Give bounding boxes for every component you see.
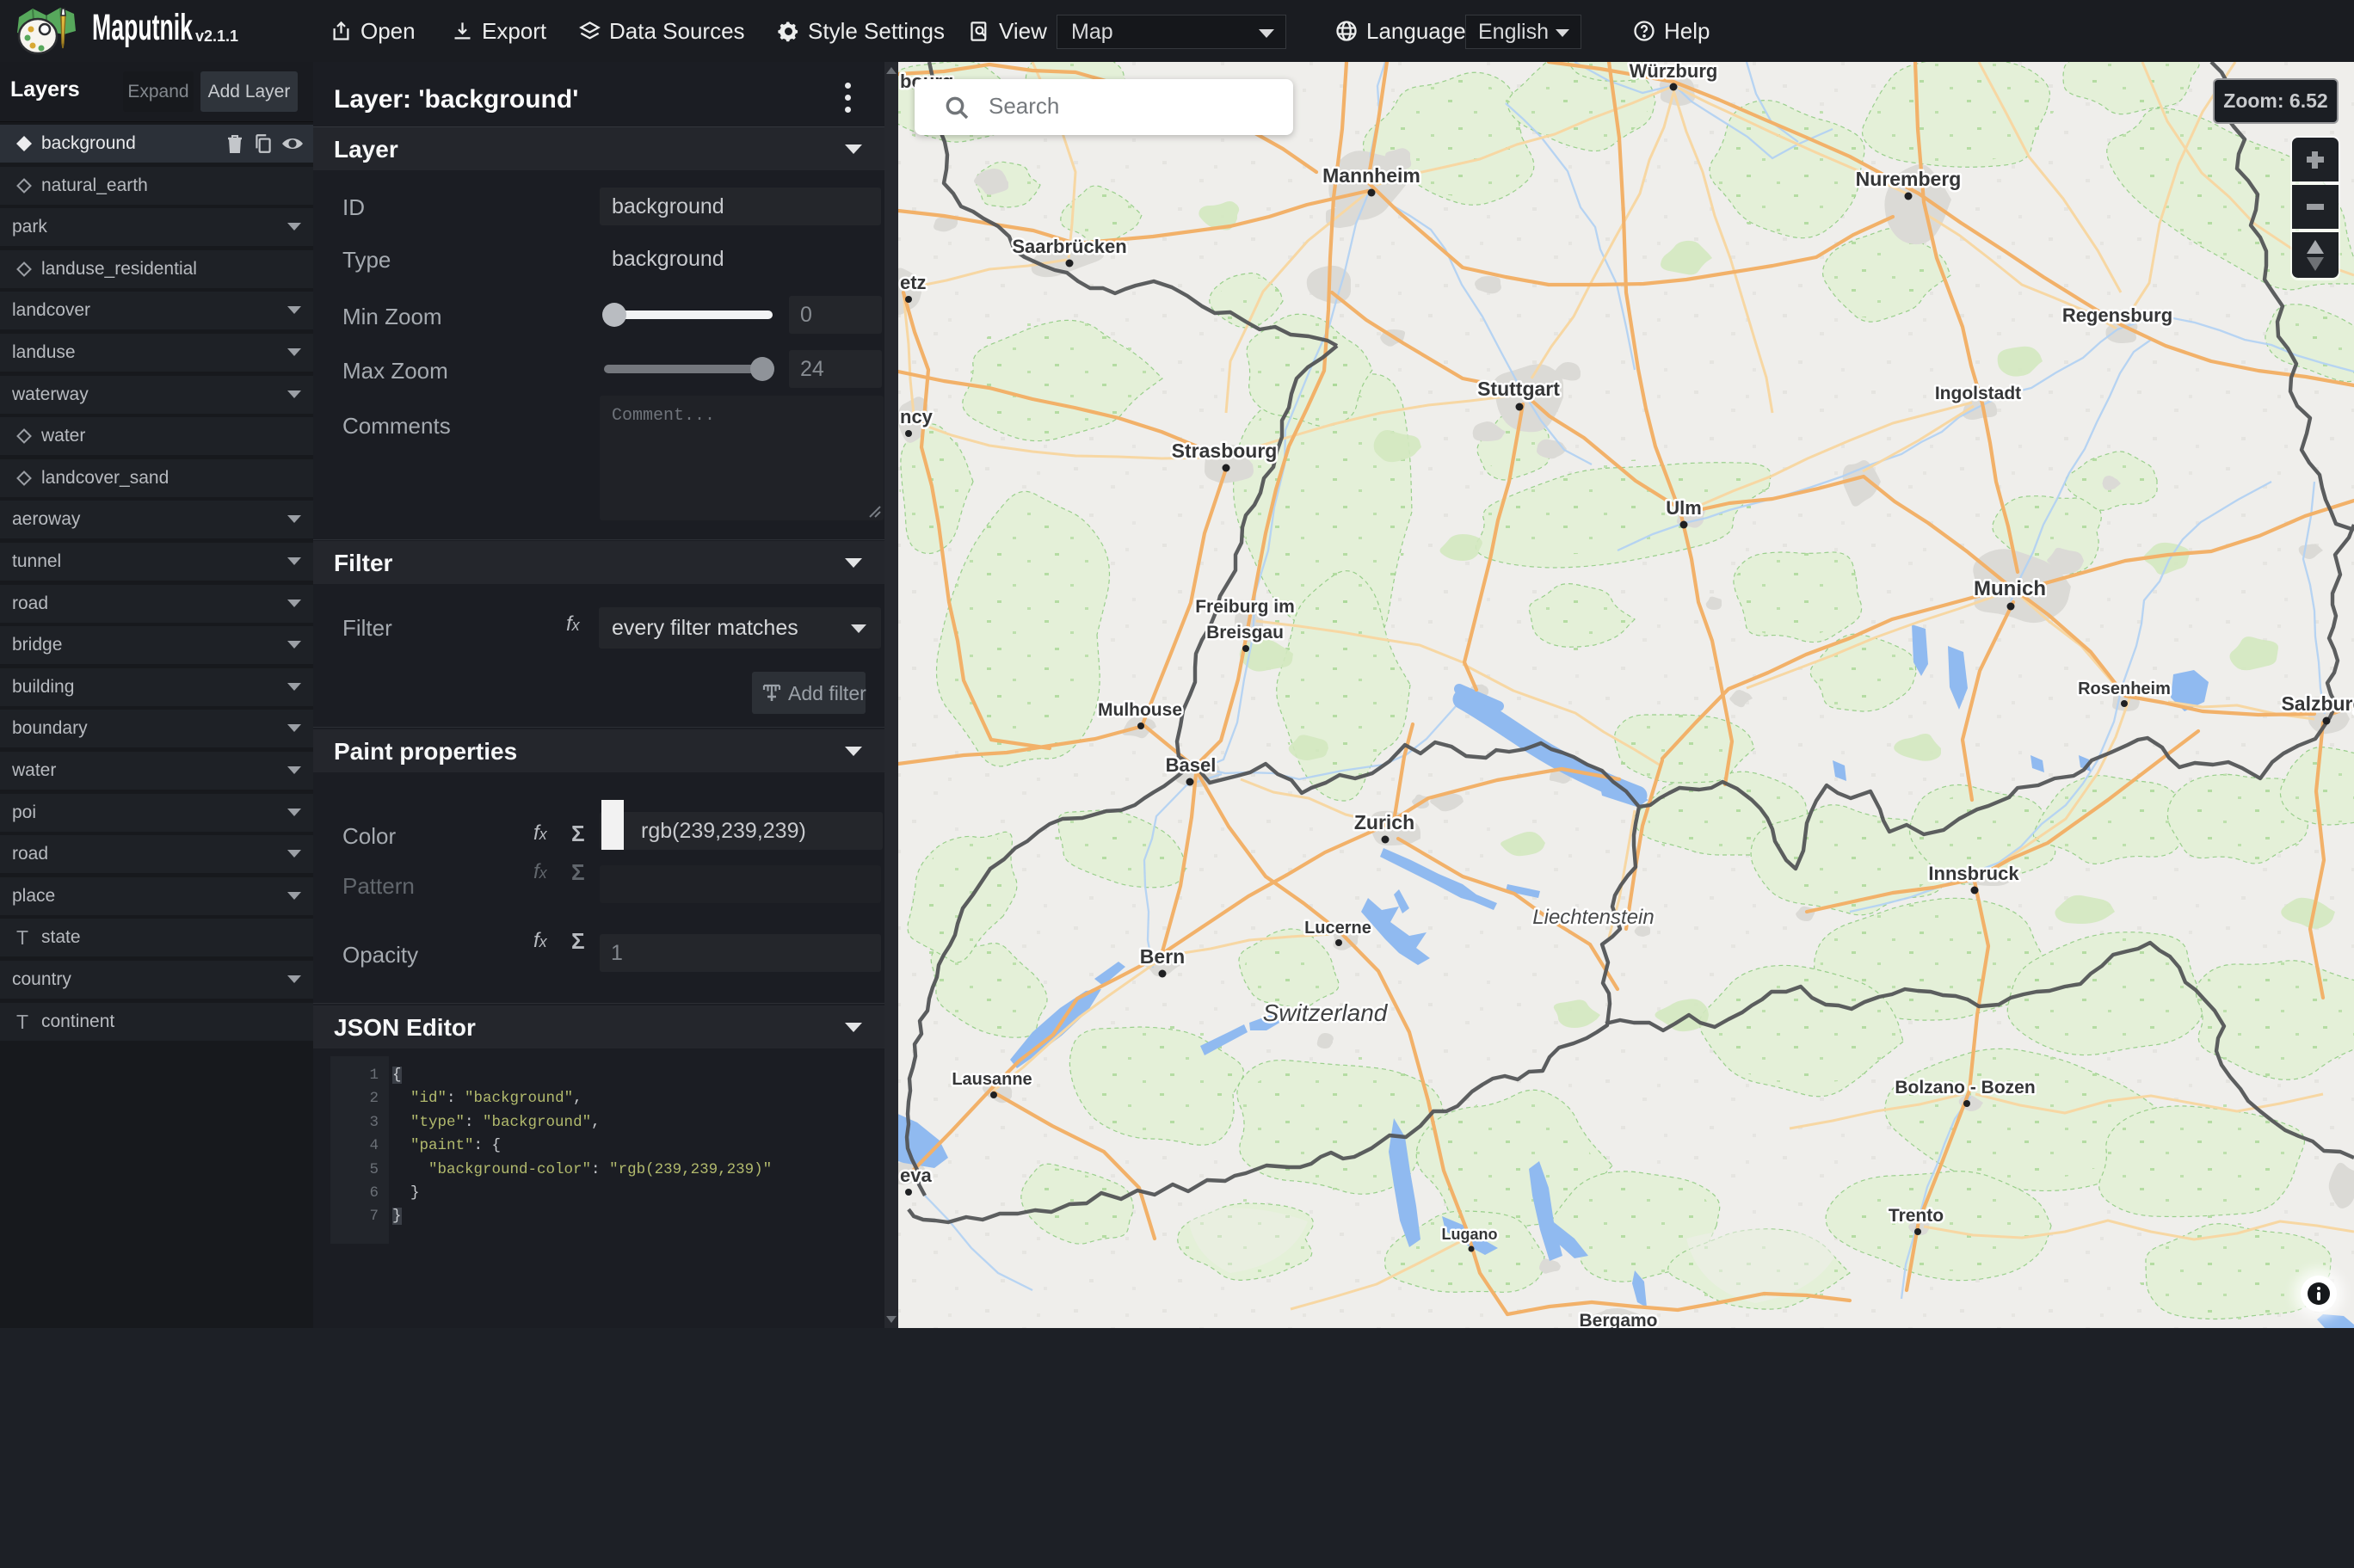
svg-text:Regensburg: Regensburg <box>2062 304 2172 326</box>
svg-text:Bolzano - Bozen: Bolzano - Bozen <box>1895 1078 2035 1098</box>
svg-text:Würzburg: Würzburg <box>1630 62 1718 82</box>
svg-text:Lausanne: Lausanne <box>952 1070 1032 1089</box>
svg-text:Salzburg: Salzburg <box>2281 692 2354 715</box>
svg-text:eva: eva <box>900 1165 932 1186</box>
svg-text:Saarbrücken: Saarbrücken <box>1012 236 1126 257</box>
svg-text:Bergamo: Bergamo <box>1579 1311 1657 1328</box>
svg-text:Zurich: Zurich <box>1354 811 1414 833</box>
svg-text:ncy: ncy <box>900 406 934 427</box>
svg-text:Ingolstadt: Ingolstadt <box>1935 384 2021 403</box>
svg-text:Bern: Bern <box>1140 945 1185 968</box>
svg-text:Basel: Basel <box>1166 754 1217 776</box>
svg-text:Liechtenstein: Liechtenstein <box>1532 906 1654 929</box>
svg-text:etz: etz <box>900 272 927 293</box>
svg-text:Switzerland: Switzerland <box>1263 999 1389 1026</box>
svg-text:Stuttgart: Stuttgart <box>1477 378 1560 400</box>
svg-text:Munich: Munich <box>1974 577 2046 600</box>
svg-text:Mannheim: Mannheim <box>1322 164 1420 187</box>
svg-text:Ulm: Ulm <box>1666 497 1702 519</box>
svg-text:Lucerne: Lucerne <box>1304 919 1371 938</box>
svg-text:Breisgau: Breisgau <box>1206 623 1284 643</box>
svg-text:Strasbourg: Strasbourg <box>1172 440 1278 462</box>
svg-text:Rosenheim: Rosenheim <box>2078 679 2171 698</box>
svg-text:Trento: Trento <box>1889 1206 1944 1226</box>
svg-text:Lugano: Lugano <box>1442 1226 1498 1243</box>
svg-text:Mulhouse: Mulhouse <box>1098 700 1182 720</box>
svg-text:Innsbruck: Innsbruck <box>1928 863 2019 884</box>
svg-text:Freiburg im: Freiburg im <box>1195 597 1295 617</box>
svg-text:Nuremberg: Nuremberg <box>1856 168 1962 190</box>
